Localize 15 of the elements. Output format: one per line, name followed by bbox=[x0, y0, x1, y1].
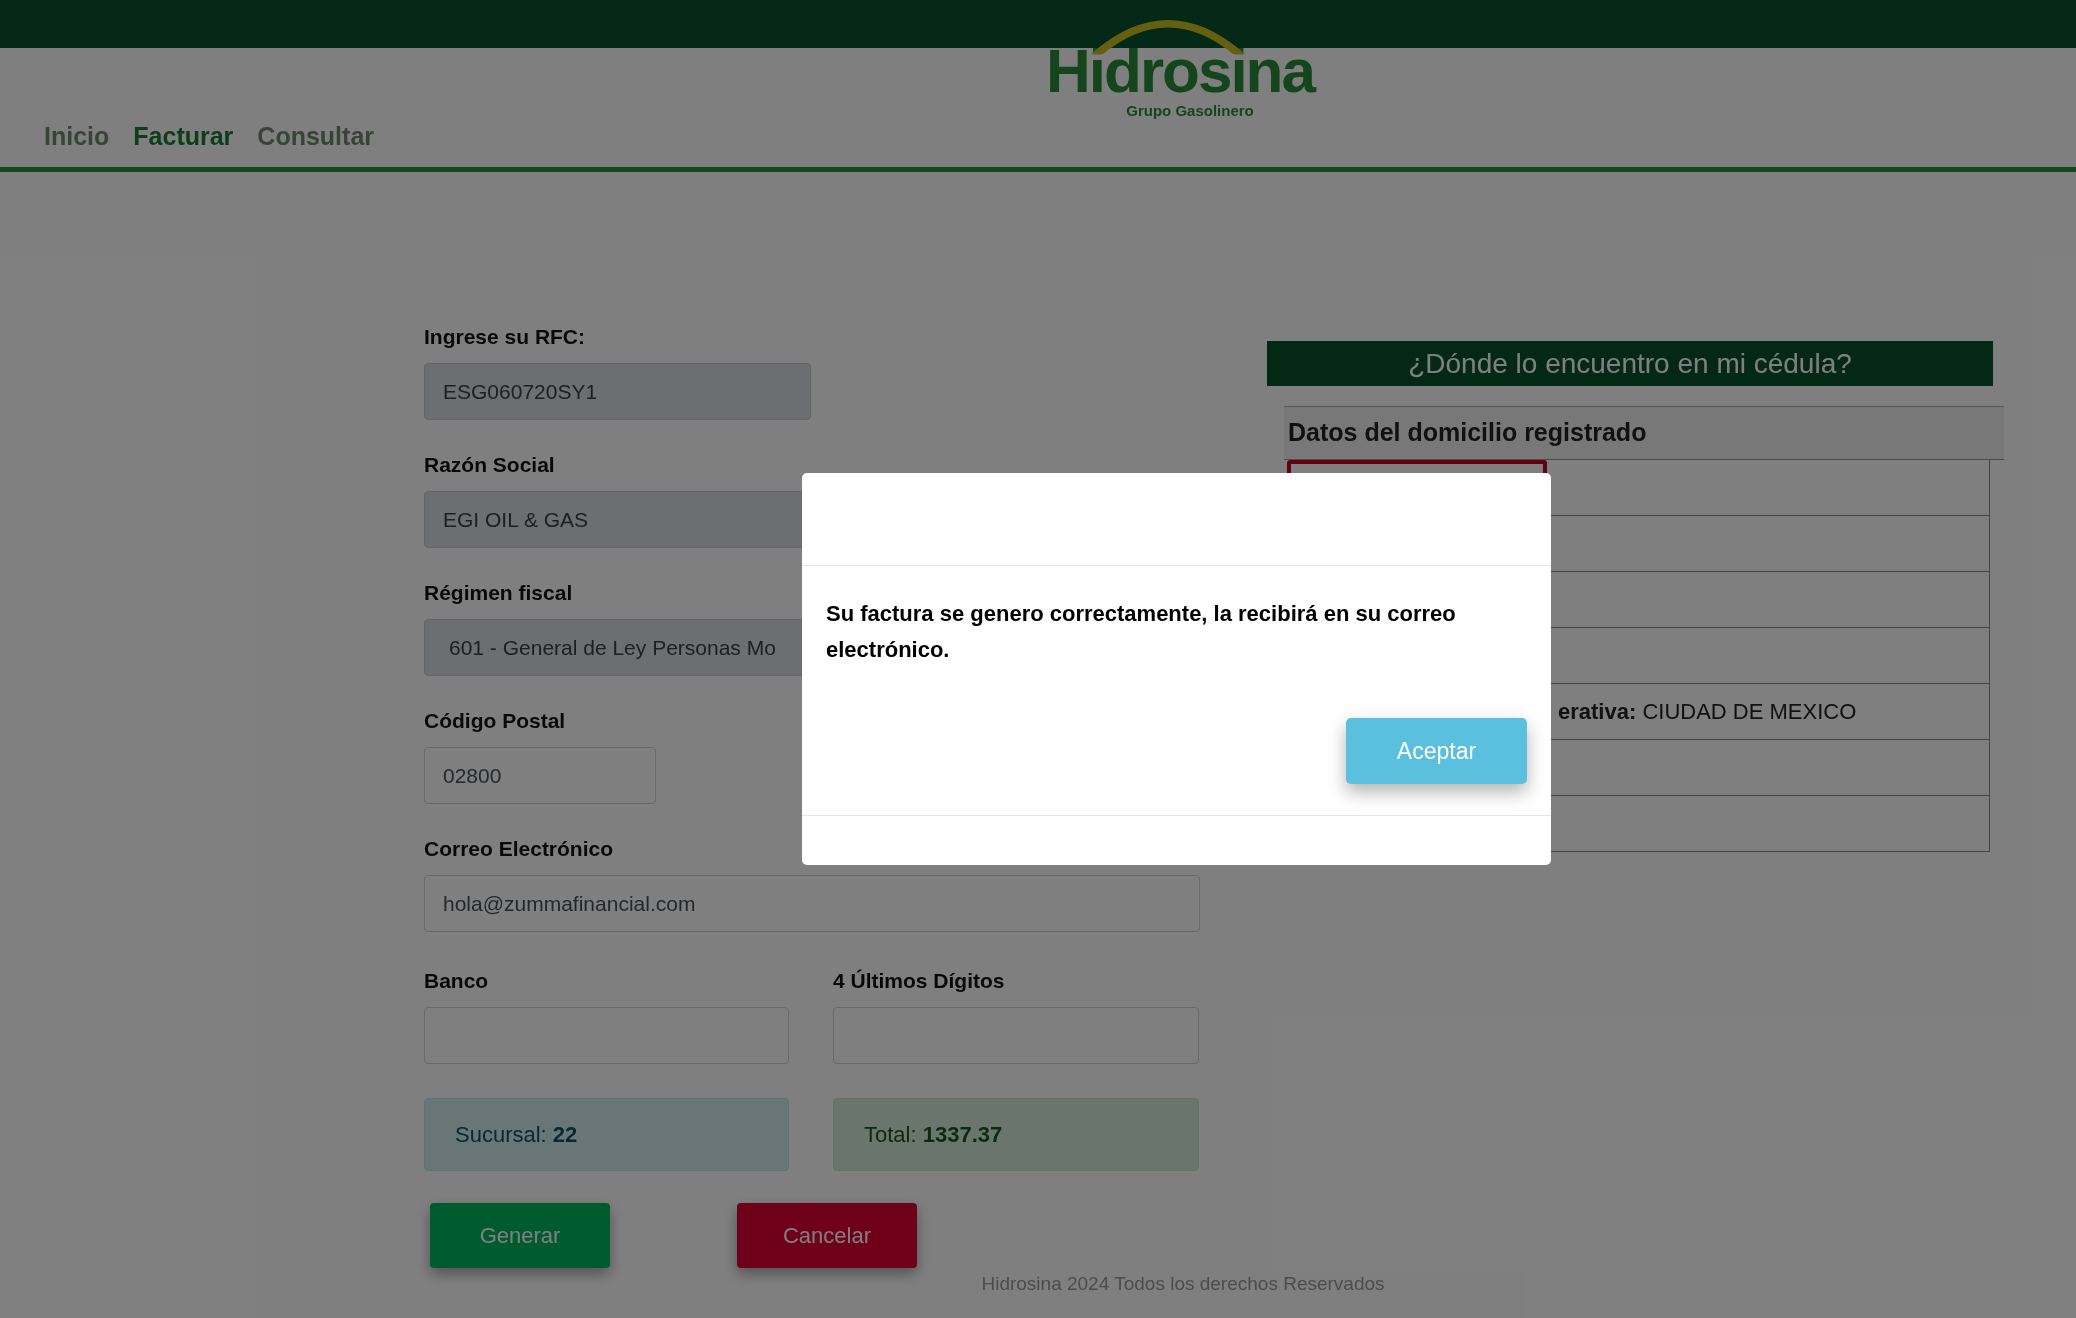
document-line: erativa: CIUDAD DE MEXICO bbox=[1558, 698, 1857, 726]
logo-wordmark: Hidrosina bbox=[1046, 40, 1314, 102]
document-heading: Datos del domicilio registrado bbox=[1288, 417, 1647, 449]
field-label: Banco bbox=[424, 968, 489, 994]
field-label: Razón Social bbox=[424, 452, 555, 478]
branch-text: Sucursal: 22 bbox=[455, 1121, 578, 1149]
modal-message: Su factura se genero correctamente, la recibirá en su correo electrónico. bbox=[826, 600, 1457, 664]
help-title: ¿Dónde lo encuentro en mi cédula? bbox=[1408, 346, 1852, 381]
logo-tagline: Grupo Gasolinero bbox=[1126, 102, 1254, 120]
field-label: Código Postal bbox=[424, 708, 566, 734]
field-label: Correo Electrónico bbox=[424, 836, 614, 862]
field-label: 4 Últimos Dígitos bbox=[833, 968, 1005, 994]
total-text: Total: 1337.37 bbox=[864, 1121, 1003, 1149]
field-label: Ingrese su RFC: bbox=[424, 324, 586, 350]
field-label: Régimen fiscal bbox=[424, 580, 573, 606]
